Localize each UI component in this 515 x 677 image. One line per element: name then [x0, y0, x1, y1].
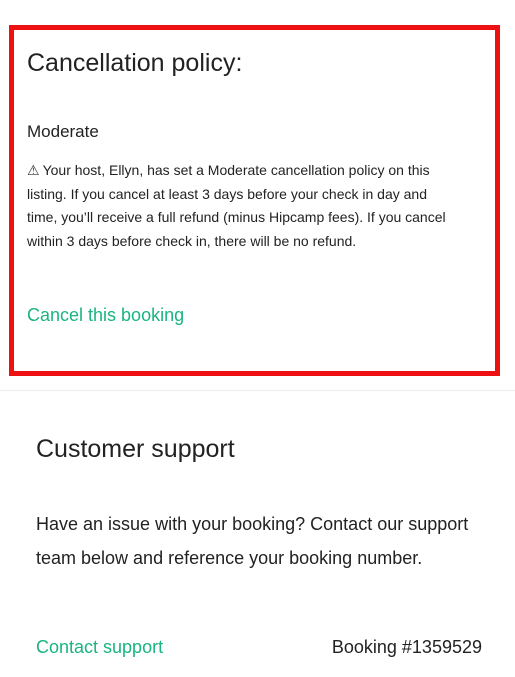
booking-details-page: Cancellation policy: Moderate ⚠ Your host…: [0, 0, 515, 677]
contact-support-link[interactable]: Contact support: [36, 635, 163, 659]
warning-icon: ⚠: [27, 162, 40, 178]
customer-support-text: Have an issue with your booking? Contact…: [36, 514, 469, 568]
policy-description-text: Your host, Ellyn, has set a Moderate can…: [27, 162, 446, 249]
section-divider: [0, 390, 515, 391]
cancel-booking-link[interactable]: Cancel this booking: [27, 303, 184, 327]
customer-support-title: Customer support: [36, 435, 235, 463]
cancellation-policy-title: Cancellation policy:: [27, 49, 243, 77]
policy-description: ⚠ Your host, Ellyn, has set a Moderate ca…: [27, 159, 457, 253]
booking-number: Booking #1359529: [331, 637, 482, 657]
policy-name: Moderate: [27, 122, 99, 141]
